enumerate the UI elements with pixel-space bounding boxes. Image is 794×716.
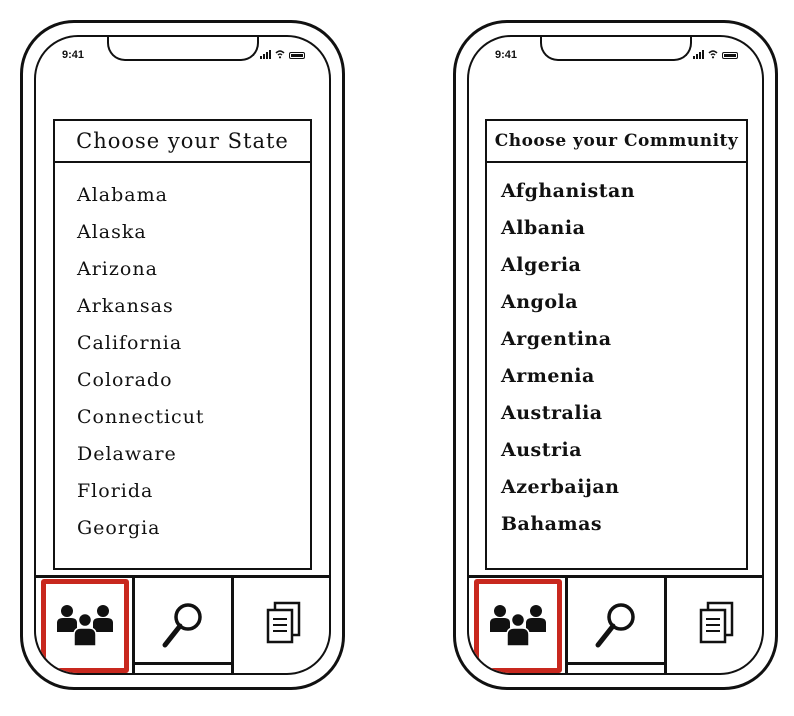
community-picker: Choose your Community Afghanistan Albani… [485, 119, 748, 570]
list-item[interactable]: Australia [501, 395, 746, 432]
tab-search[interactable] [132, 578, 234, 673]
wifi-icon [708, 50, 718, 59]
battery-icon [722, 52, 738, 59]
list-item[interactable]: Austria [501, 432, 746, 469]
list-item[interactable]: California [77, 325, 310, 362]
list-item[interactable]: Georgia [77, 510, 310, 547]
battery-icon [289, 52, 305, 59]
list-item[interactable]: Arkansas [77, 288, 310, 325]
list-item[interactable]: Algeria [501, 247, 746, 284]
list-item[interactable]: Delaware [77, 436, 310, 473]
notch [539, 37, 692, 61]
list-item[interactable]: Colorado [77, 362, 310, 399]
tab-community[interactable] [471, 578, 565, 673]
status-time: 9:41 [62, 49, 85, 61]
list-item[interactable]: Alaska [77, 214, 310, 251]
phone-state: 9:41 Choose your State Alabama Alaska Ar… [20, 20, 345, 690]
documents-icon [266, 601, 300, 643]
signal-icon [260, 50, 271, 59]
documents-icon [699, 601, 733, 643]
tab-documents[interactable] [667, 578, 762, 673]
screen: 9:41 Choose your State Alabama Alaska Ar… [34, 35, 331, 675]
tab-community[interactable] [38, 578, 132, 673]
list-item[interactable]: Armenia [501, 358, 746, 395]
state-list: Alabama Alaska Arizona Arkansas Californ… [55, 163, 310, 547]
tab-documents[interactable] [234, 578, 329, 673]
list-item[interactable]: Angola [501, 284, 746, 321]
status-icons [260, 49, 305, 59]
status-icons [693, 49, 738, 59]
list-item[interactable]: Connecticut [77, 399, 310, 436]
list-item[interactable]: Albania [501, 210, 746, 247]
notch [106, 37, 259, 61]
list-item[interactable]: Florida [77, 473, 310, 510]
search-icon [595, 602, 635, 647]
tab-underline [568, 662, 664, 665]
state-picker: Choose your State Alabama Alaska Arizona… [53, 119, 312, 570]
community-list: Afghanistan Albania Algeria Angola Argen… [487, 163, 746, 543]
tab-bar [36, 575, 329, 673]
screen: 9:41 Choose your Community Afghanistan A… [467, 35, 764, 675]
tab-underline [135, 662, 231, 665]
status-time: 9:41 [495, 49, 518, 61]
list-item[interactable]: Azerbaijan [501, 469, 746, 506]
list-item[interactable]: Afghanistan [501, 173, 746, 210]
phone-community: 9:41 Choose your Community Afghanistan A… [453, 20, 778, 690]
tab-bar [469, 575, 762, 673]
wifi-icon [275, 50, 285, 59]
search-icon [162, 602, 202, 647]
panel-title: Choose your Community [487, 121, 746, 163]
selected-tab-highlight [41, 579, 129, 673]
tab-search[interactable] [565, 578, 667, 673]
panel-title: Choose your State [55, 121, 310, 163]
list-item[interactable]: Argentina [501, 321, 746, 358]
list-item[interactable]: Alabama [77, 177, 310, 214]
signal-icon [693, 50, 704, 59]
list-item[interactable]: Bahamas [501, 506, 746, 543]
selected-tab-highlight [474, 579, 562, 673]
list-item[interactable]: Arizona [77, 251, 310, 288]
